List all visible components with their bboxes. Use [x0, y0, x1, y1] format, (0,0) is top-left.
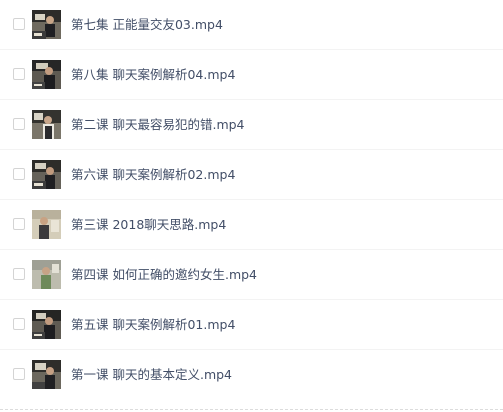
row-checkbox[interactable] — [13, 18, 25, 30]
video-thumbnail[interactable] — [32, 110, 61, 139]
video-thumbnail-icon — [32, 110, 61, 139]
row-checkbox[interactable] — [13, 318, 25, 330]
file-row[interactable]: 第六课 聊天案例解析02.mp4 — [0, 150, 503, 200]
video-thumbnail-icon — [32, 10, 61, 39]
video-thumbnail[interactable] — [32, 10, 61, 39]
video-thumbnail-icon — [32, 260, 61, 289]
row-checkbox[interactable] — [13, 118, 25, 130]
file-name[interactable]: 第三课 2018聊天思路.mp4 — [71, 216, 226, 234]
video-thumbnail[interactable] — [32, 60, 61, 89]
row-checkbox[interactable] — [13, 168, 25, 180]
file-name[interactable]: 第四课 如何正确的邀约女生.mp4 — [71, 266, 257, 284]
video-thumbnail-icon — [32, 360, 61, 389]
video-thumbnail-icon — [32, 210, 61, 239]
file-name[interactable]: 第八集 聊天案例解析04.mp4 — [71, 66, 235, 84]
row-checkbox[interactable] — [13, 68, 25, 80]
file-row[interactable]: 第三课 2018聊天思路.mp4 — [0, 200, 503, 250]
video-thumbnail-icon — [32, 160, 61, 189]
video-thumbnail[interactable] — [32, 210, 61, 239]
file-row[interactable]: 第八集 聊天案例解析04.mp4 — [0, 50, 503, 100]
video-thumbnail-icon — [32, 310, 61, 339]
video-thumbnail[interactable] — [32, 260, 61, 289]
file-list: 第七集 正能量交友03.mp4 第八集 聊天案例解析04.mp4 第二课 聊天最… — [0, 0, 503, 412]
row-checkbox[interactable] — [13, 368, 25, 380]
file-row[interactable]: 第四课 如何正确的邀约女生.mp4 — [0, 250, 503, 300]
file-name[interactable]: 第一课 聊天的基本定义.mp4 — [71, 366, 232, 384]
video-thumbnail-icon — [32, 60, 61, 89]
file-row[interactable]: 第七集 正能量交友03.mp4 — [0, 0, 503, 50]
video-thumbnail[interactable] — [32, 310, 61, 339]
file-name[interactable]: 第六课 聊天案例解析02.mp4 — [71, 166, 235, 184]
row-checkbox[interactable] — [13, 218, 25, 230]
file-name[interactable]: 第二课 聊天最容易犯的错.mp4 — [71, 116, 245, 134]
video-thumbnail[interactable] — [32, 360, 61, 389]
file-row[interactable]: 第二课 聊天最容易犯的错.mp4 — [0, 100, 503, 150]
file-row[interactable]: 第五课 聊天案例解析01.mp4 — [0, 300, 503, 350]
file-name[interactable]: 第五课 聊天案例解析01.mp4 — [71, 316, 235, 334]
file-name[interactable]: 第七集 正能量交友03.mp4 — [71, 16, 223, 34]
video-thumbnail[interactable] — [32, 160, 61, 189]
file-row[interactable]: 第一课 聊天的基本定义.mp4 — [0, 350, 503, 410]
row-checkbox[interactable] — [13, 268, 25, 280]
